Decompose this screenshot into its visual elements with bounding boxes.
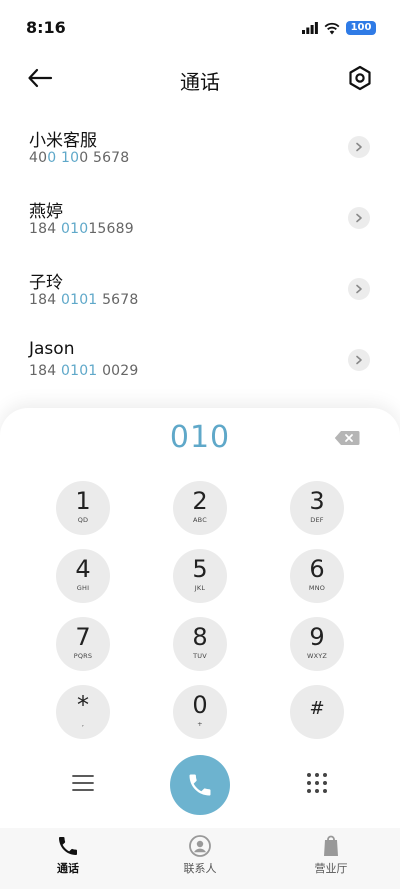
status-time: 8:16 <box>26 18 66 37</box>
shopping-bag-icon <box>324 835 338 856</box>
contact-detail-button[interactable] <box>348 349 370 371</box>
settings-icon <box>349 65 371 91</box>
key-hash[interactable]: # <box>290 685 344 739</box>
key-6[interactable]: 6 MNO <box>290 549 344 603</box>
settings-button[interactable] <box>346 64 374 92</box>
contact-number: 184 0101 0029 <box>29 363 139 379</box>
chevron-right-icon <box>356 355 362 365</box>
header: 通话 <box>0 56 400 100</box>
status-icons: 100 <box>302 20 376 36</box>
nav-contacts[interactable]: 联系人 <box>160 834 240 876</box>
contact-detail-button[interactable] <box>348 136 370 158</box>
contact-name: 子玲 <box>29 273 63 293</box>
key-3[interactable]: 3 DEF <box>290 481 344 535</box>
nav-label: 联系人 <box>183 862 217 875</box>
key-1[interactable]: 1 QD <box>56 481 110 535</box>
key-4[interactable]: 4 GHI <box>56 549 110 603</box>
nav-label: 营业厅 <box>314 862 348 875</box>
contact-row[interactable]: 燕婷 184 01015689 <box>0 191 400 262</box>
nav-label: 通话 <box>57 862 79 875</box>
key-2[interactable]: 2 ABC <box>173 481 227 535</box>
signal-icon <box>302 22 318 34</box>
chevron-right-icon <box>356 284 362 294</box>
key-0[interactable]: 0 + <box>173 685 227 739</box>
bottom-nav: 通话 联系人 营业厅 <box>0 828 400 889</box>
nav-store[interactable]: 营业厅 <box>291 834 371 876</box>
contact-list: 小米客服 400 100 5678 燕婷 184 01015689 子玲 184… <box>0 120 400 404</box>
phone-icon <box>189 774 211 796</box>
contact-name: Jason <box>29 339 75 359</box>
contact-name: 燕婷 <box>29 202 63 222</box>
grid-dots-icon <box>307 773 327 793</box>
key-9[interactable]: 9 WXYZ <box>290 617 344 671</box>
menu-icon <box>72 775 94 791</box>
contact-detail-button[interactable] <box>348 278 370 300</box>
wifi-icon <box>324 22 340 34</box>
contacts-icon <box>189 835 211 857</box>
key-star[interactable]: *, <box>56 685 110 739</box>
contact-number: 184 01015689 <box>29 221 134 237</box>
status-bar: 8:16 100 <box>0 0 400 56</box>
contact-row[interactable]: Jason 184 0101 0029 <box>0 333 400 404</box>
backspace-button[interactable] <box>334 430 360 446</box>
nav-calls[interactable]: 通话 <box>28 834 108 876</box>
contact-name: 小米客服 <box>29 131 97 151</box>
key-5[interactable]: 5 JKL <box>173 549 227 603</box>
apps-grid-button[interactable] <box>306 772 328 794</box>
phone-icon <box>59 837 77 855</box>
call-button[interactable] <box>170 755 230 815</box>
dialpad-sheet: 010 1 QD 2 ABC 3 DEF 4 GHI 5 JKL 6 MNO 7 PQRS 8… <box>0 408 400 828</box>
menu-button[interactable] <box>70 772 96 794</box>
contact-row[interactable]: 小米客服 400 100 5678 <box>0 120 400 191</box>
contact-number: 184 0101 5678 <box>29 292 139 308</box>
key-7[interactable]: 7 PQRS <box>56 617 110 671</box>
page-title: 通话 <box>180 70 220 94</box>
chevron-right-icon <box>356 142 362 152</box>
battery-icon: 100 <box>346 21 376 35</box>
key-8[interactable]: 8 TUV <box>173 617 227 671</box>
contact-detail-button[interactable] <box>348 207 370 229</box>
chevron-right-icon <box>356 213 362 223</box>
backspace-icon <box>334 431 360 445</box>
contact-row[interactable]: 子玲 184 0101 5678 <box>0 262 400 333</box>
contact-number: 400 100 5678 <box>29 150 130 166</box>
